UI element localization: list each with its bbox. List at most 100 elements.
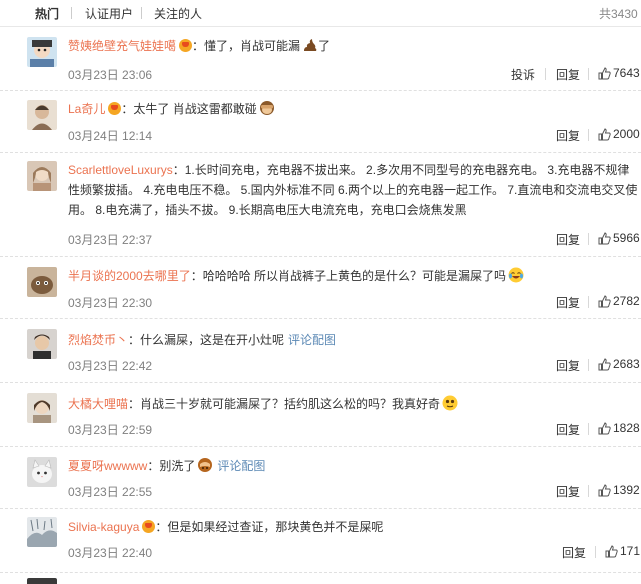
- reply-button[interactable]: 回复: [556, 357, 580, 374]
- comment-line: ScarlettloveLuxurys：1.长时间充电，充电器不拔出来。 2.多…: [68, 160, 641, 222]
- comment-timestamp: 03月23日 22:30: [68, 296, 153, 310]
- comment-timestamp: 03月24日 12:14: [68, 129, 153, 143]
- thumbs-up-icon: [598, 422, 611, 435]
- like-count: 2782: [613, 294, 640, 308]
- avatar[interactable]: [27, 267, 57, 297]
- action-divider: [588, 485, 589, 497]
- reply-button[interactable]: 回复: [556, 483, 580, 500]
- comment-text: ：懂了，肖战可能漏: [192, 39, 301, 53]
- comment-text-tail: 了: [318, 39, 331, 53]
- comment-filter-tabs: 热门 认证用户 关注的人 共3430: [0, 0, 641, 27]
- comment-text: ：哈哈哈哈 所以肖战裤子上黄色的是什么？可能是漏屎了吗: [190, 269, 507, 283]
- avatar[interactable]: [27, 37, 57, 67]
- like-button[interactable]: 5966: [598, 231, 640, 245]
- avatar[interactable]: [27, 393, 57, 423]
- comment-timestamp: 03月23日 22:42: [68, 359, 153, 373]
- reply-button[interactable]: 回复: [556, 421, 580, 438]
- like-button[interactable]: 1828: [598, 421, 640, 435]
- comment-line: 半月谈的2000去哪里了：哈哈哈哈 所以肖战裤子上黄色的是什么？可能是漏屎了吗: [68, 267, 641, 285]
- tab-hot[interactable]: 热门: [35, 5, 59, 22]
- action-divider: [588, 233, 589, 245]
- comment-image-link[interactable]: 评论配图: [288, 333, 336, 347]
- reply-button[interactable]: 回复: [556, 231, 580, 248]
- comment-line: 大橘大哩喵：肖战三十岁就可能漏屎了？括约肌这么松的吗？我真好奇: [68, 395, 641, 413]
- facepalm-emoji-icon: [198, 458, 213, 472]
- comment-line: Silvia-kaguya ：但是如果经过查证，那块黄色并不是屎呢: [68, 518, 641, 536]
- thumbs-up-icon: [598, 232, 611, 245]
- action-divider: [588, 129, 589, 141]
- comment-text: ：别洗了: [147, 459, 196, 473]
- tab-following[interactable]: 关注的人: [154, 5, 202, 22]
- like-count: 7643: [613, 66, 640, 80]
- reply-button[interactable]: 回复: [556, 66, 580, 83]
- comment-line: La奇儿 ：太牛了 肖战这雷都敢碰: [68, 100, 641, 118]
- comment-timestamp: 03月23日 23:06: [68, 68, 153, 82]
- comment-item: La奇儿 ：太牛了 肖战这雷都敢碰 03月24日 12:14 回复 2000: [0, 90, 641, 153]
- comment-item: 夏夏呀wwwww：别洗了 评论配图 03月23日 22:55 回复 1392: [0, 446, 641, 509]
- comment-timestamp: 03月23日 22:37: [68, 233, 153, 247]
- thumbs-up-icon: [598, 484, 611, 497]
- tab-divider: [71, 7, 72, 19]
- tab-verified-users[interactable]: 认证用户: [85, 5, 133, 22]
- username-link[interactable]: 赞姨绝壁充气娃娃噶: [68, 39, 176, 53]
- action-divider: [588, 68, 589, 80]
- comment-text: ：太牛了 肖战这雷都敢碰: [121, 102, 257, 116]
- username-link[interactable]: 半月谈的2000去哪里了: [68, 269, 191, 283]
- comment-item: 赞姨绝壁充气娃娃噶 ：懂了，肖战可能漏 了 03月23日 23:06 投诉 回复 7…: [0, 30, 641, 91]
- like-button[interactable]: 171: [605, 544, 640, 558]
- like-count: 2683: [613, 357, 640, 371]
- vip-crown-icon: [142, 520, 156, 533]
- see-no-evil-monkey-emoji-icon: [259, 101, 274, 115]
- comment-line: 赞姨绝壁充气娃娃噶 ：懂了，肖战可能漏 了: [68, 37, 641, 55]
- reply-button[interactable]: 回复: [556, 294, 580, 311]
- comment-image-link[interactable]: 评论配图: [217, 459, 265, 473]
- comment-item: 半月谈的2000去哪里了：哈哈哈哈 所以肖战裤子上黄色的是什么？可能是漏屎了吗 …: [0, 256, 641, 319]
- avatar[interactable]: [27, 100, 57, 130]
- reply-button[interactable]: 回复: [562, 544, 586, 561]
- username-link[interactable]: ScarlettloveLuxurys: [68, 163, 173, 177]
- action-divider: [545, 68, 546, 80]
- username-link[interactable]: 夏夏呀wwwww: [68, 459, 147, 473]
- avatar[interactable]: [27, 457, 57, 487]
- comment-line: 烈焰焚币丶：什么漏屎，这是在开小灶呢 评论配图: [68, 331, 641, 349]
- vip-crown-icon: [179, 39, 193, 52]
- report-button[interactable]: 投诉: [511, 66, 535, 83]
- like-count: 2000: [613, 127, 640, 141]
- reply-button[interactable]: 回复: [556, 127, 580, 144]
- like-button[interactable]: 1392: [598, 483, 640, 497]
- like-count: 5966: [613, 231, 640, 245]
- action-divider: [588, 423, 589, 435]
- thumbs-up-icon: [598, 128, 611, 141]
- like-button[interactable]: 2000: [598, 127, 640, 141]
- comment-line: 夏夏呀wwwww：别洗了 评论配图: [68, 457, 641, 475]
- comment-timestamp: 03月23日 22:40: [68, 546, 153, 560]
- comment-item: ScarlettloveLuxurys：1.长时间充电，充电器不拔出来。 2.多…: [0, 152, 641, 257]
- avatar[interactable]: [27, 578, 57, 584]
- username-link[interactable]: La奇儿: [68, 102, 105, 116]
- avatar[interactable]: [27, 329, 57, 359]
- username-link[interactable]: 烈焰焚币丶: [68, 333, 128, 347]
- tab-divider: [141, 7, 142, 19]
- avatar[interactable]: [27, 161, 57, 191]
- action-divider: [595, 546, 596, 558]
- action-divider: [588, 296, 589, 308]
- like-button[interactable]: 2683: [598, 357, 640, 371]
- username-link[interactable]: Silvia-kaguya: [68, 520, 139, 534]
- username-link[interactable]: 大橘大哩喵: [68, 397, 128, 411]
- comment-timestamp: 03月23日 22:55: [68, 485, 153, 499]
- comment-item: 烈焰焚币丶：什么漏屎，这是在开小灶呢 评论配图 03月23日 22:42 回复 2…: [0, 318, 641, 383]
- avatar[interactable]: [27, 517, 57, 547]
- comment-item: 大橘大哩喵：肖战三十岁就可能漏屎了？括约肌这么松的吗？我真好奇 03月23日 2…: [0, 382, 641, 447]
- thumbs-up-icon: [605, 545, 618, 558]
- like-button[interactable]: 7643: [598, 66, 640, 80]
- thumbs-up-icon: [598, 358, 611, 371]
- like-button[interactable]: 2782: [598, 294, 640, 308]
- comment-text: ：肖战三十岁就可能漏屎了？括约肌这么松的吗？我真好奇: [128, 397, 441, 411]
- like-count: 1828: [613, 421, 640, 435]
- like-count: 1392: [613, 483, 640, 497]
- action-divider: [588, 359, 589, 371]
- comment-text: ：什么漏屎，这是在开小灶呢: [128, 333, 285, 347]
- comment-total-count: 共3430: [599, 7, 638, 21]
- curious-face-emoji-icon: [442, 395, 458, 411]
- vip-crown-icon: [108, 102, 122, 115]
